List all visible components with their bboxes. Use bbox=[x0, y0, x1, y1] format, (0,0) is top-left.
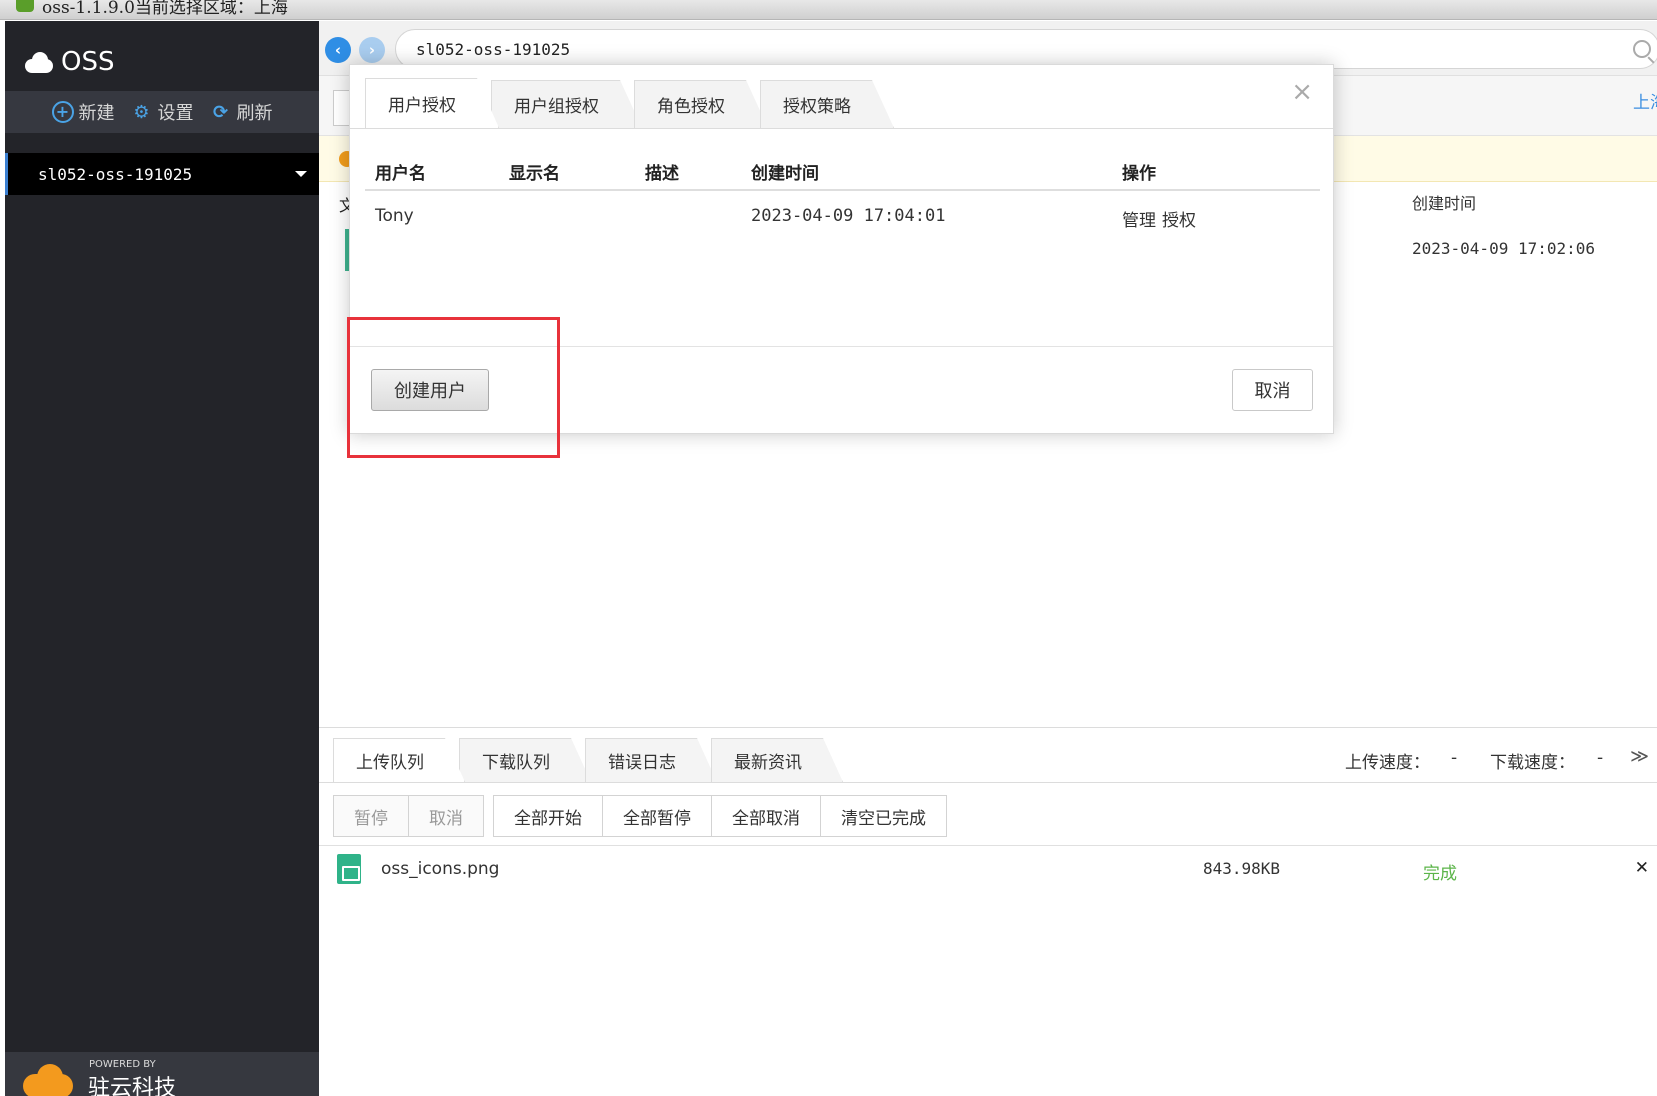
column-created: 创建时间 bbox=[751, 164, 819, 184]
refresh-button-label: 刷新 bbox=[236, 103, 273, 124]
path-input[interactable]: sl052-oss-191025 bbox=[395, 29, 1657, 69]
upload-speed-label: 上传速度： bbox=[1345, 753, 1430, 773]
collapse-icon[interactable]: ≫ bbox=[1630, 746, 1649, 767]
clear-completed-button[interactable]: 清空已完成 bbox=[820, 795, 947, 837]
authorize-link[interactable]: 授权 bbox=[1162, 206, 1196, 231]
new-button-label: 新建 bbox=[78, 103, 115, 124]
manage-link[interactable]: 管理 bbox=[1122, 206, 1156, 231]
region-link[interactable]: 上海 bbox=[1633, 88, 1657, 113]
transfer-actions: 暂停 取消 全部开始 全部暂停 全部取消 清空已完成 bbox=[333, 795, 947, 837]
powered-by-footer: POWERED BY 驻云科技 bbox=[5, 1052, 319, 1096]
plus-circle-icon: + bbox=[51, 101, 74, 123]
path-text: sl052-oss-191025 bbox=[416, 39, 571, 59]
bucket-name: sl052-oss-191025 bbox=[38, 164, 193, 184]
powered-by-label: POWERED BY bbox=[89, 1059, 156, 1070]
cancel-transfer-button[interactable]: 取消 bbox=[408, 795, 484, 837]
cloud-icon bbox=[23, 51, 55, 73]
tab-user-authorization[interactable]: 用户授权 bbox=[365, 78, 499, 128]
file-size: 843.98KB bbox=[1203, 859, 1281, 878]
cancel-all-button[interactable]: 全部取消 bbox=[711, 795, 821, 837]
tab-group-authorization[interactable]: 用户组授权 bbox=[491, 80, 642, 128]
gear-icon: ⚙ bbox=[133, 101, 150, 123]
search-icon[interactable] bbox=[1633, 40, 1651, 58]
created-column-header: 创建时间 bbox=[1412, 194, 1477, 213]
settings-button[interactable]: ⚙ 设置 bbox=[131, 99, 194, 125]
start-all-button[interactable]: 全部开始 bbox=[493, 795, 603, 837]
close-icon[interactable]: × bbox=[1291, 79, 1313, 105]
column-actions: 操作 bbox=[1122, 164, 1156, 184]
column-description: 描述 bbox=[645, 164, 679, 184]
download-speed-value: - bbox=[1597, 748, 1604, 768]
transfer-tabs: 上传队列 下载队列 错误日志 最新资讯 bbox=[333, 736, 837, 782]
pause-all-button[interactable]: 全部暂停 bbox=[602, 795, 712, 837]
download-speed-label: 下载速度： bbox=[1490, 753, 1575, 773]
column-display-name: 显示名 bbox=[509, 164, 560, 184]
company-name: 驻云科技 bbox=[88, 1076, 177, 1096]
back-arrow-icon[interactable]: ‹ bbox=[325, 37, 351, 63]
column-username: 用户名 bbox=[375, 164, 426, 184]
tabs-divider bbox=[350, 128, 1333, 129]
caret-down-icon[interactable] bbox=[295, 171, 307, 177]
cancel-button[interactable]: 取消 bbox=[1232, 369, 1313, 411]
refresh-button[interactable]: ⟳ 刷新 bbox=[210, 99, 273, 125]
sidebar-toolbar: + 新建 ⚙ 设置 ⟳ 刷新 bbox=[5, 91, 319, 133]
table-header: 用户名 显示名 描述 创建时间 操作 bbox=[365, 145, 1320, 191]
created-value: 2023-04-09 17:02:06 bbox=[1412, 239, 1596, 258]
refresh-icon: ⟳ bbox=[212, 101, 229, 123]
sidebar: OSS + 新建 ⚙ 设置 ⟳ 刷新 sl052-oss-191025 POWE… bbox=[5, 21, 319, 1096]
remove-icon[interactable]: ✕ bbox=[1635, 858, 1649, 878]
tab-download-queue[interactable]: 下载队列 bbox=[459, 738, 591, 782]
brand-logo: OSS bbox=[23, 45, 114, 79]
footer-divider bbox=[350, 346, 1333, 347]
new-button[interactable]: + 新建 bbox=[51, 99, 115, 125]
transfer-actions-divider bbox=[319, 845, 1657, 846]
window-title: oss-1.1.9.0当前选择区域：上海 bbox=[42, 0, 288, 18]
row-username: Tony bbox=[375, 206, 414, 226]
dialog-tabs: 用户授权 用户组授权 角色授权 授权策略 bbox=[365, 78, 886, 128]
tab-authorization-policy[interactable]: 授权策略 bbox=[760, 80, 894, 128]
tab-upload-queue[interactable]: 上传队列 bbox=[333, 738, 465, 782]
forward-arrow-icon[interactable]: › bbox=[359, 37, 385, 63]
transfer-tabs-divider bbox=[319, 782, 1657, 783]
authorization-dialog: 用户授权 用户组授权 角色授权 授权策略 × 用户名 显示名 描述 创建时间 操… bbox=[349, 64, 1334, 434]
company-logo bbox=[23, 1064, 75, 1096]
create-user-button[interactable]: 创建用户 bbox=[371, 369, 489, 411]
transfer-panel: 上传队列 下载队列 错误日志 最新资讯 上传速度： - 下载速度： - ≫ 暂停… bbox=[319, 727, 1657, 1096]
app-icon bbox=[16, 0, 34, 12]
sidebar-item-bucket[interactable]: sl052-oss-191025 bbox=[5, 153, 319, 195]
image-file-icon bbox=[337, 854, 361, 884]
settings-button-label: 设置 bbox=[157, 103, 194, 124]
tab-error-log[interactable]: 错误日志 bbox=[585, 738, 717, 782]
tab-latest-news[interactable]: 最新资讯 bbox=[711, 738, 843, 782]
row-created: 2023-04-09 17:04:01 bbox=[751, 206, 946, 226]
tab-role-authorization[interactable]: 角色授权 bbox=[634, 80, 768, 128]
file-status: 完成 bbox=[1423, 864, 1457, 884]
window-titlebar: oss-1.1.9.0当前选择区域：上海 bbox=[0, 0, 1657, 20]
upload-speed-value: - bbox=[1451, 748, 1458, 768]
brand-name: OSS bbox=[61, 47, 115, 77]
pause-button[interactable]: 暂停 bbox=[333, 795, 409, 837]
file-name: oss_icons.png bbox=[381, 859, 500, 879]
